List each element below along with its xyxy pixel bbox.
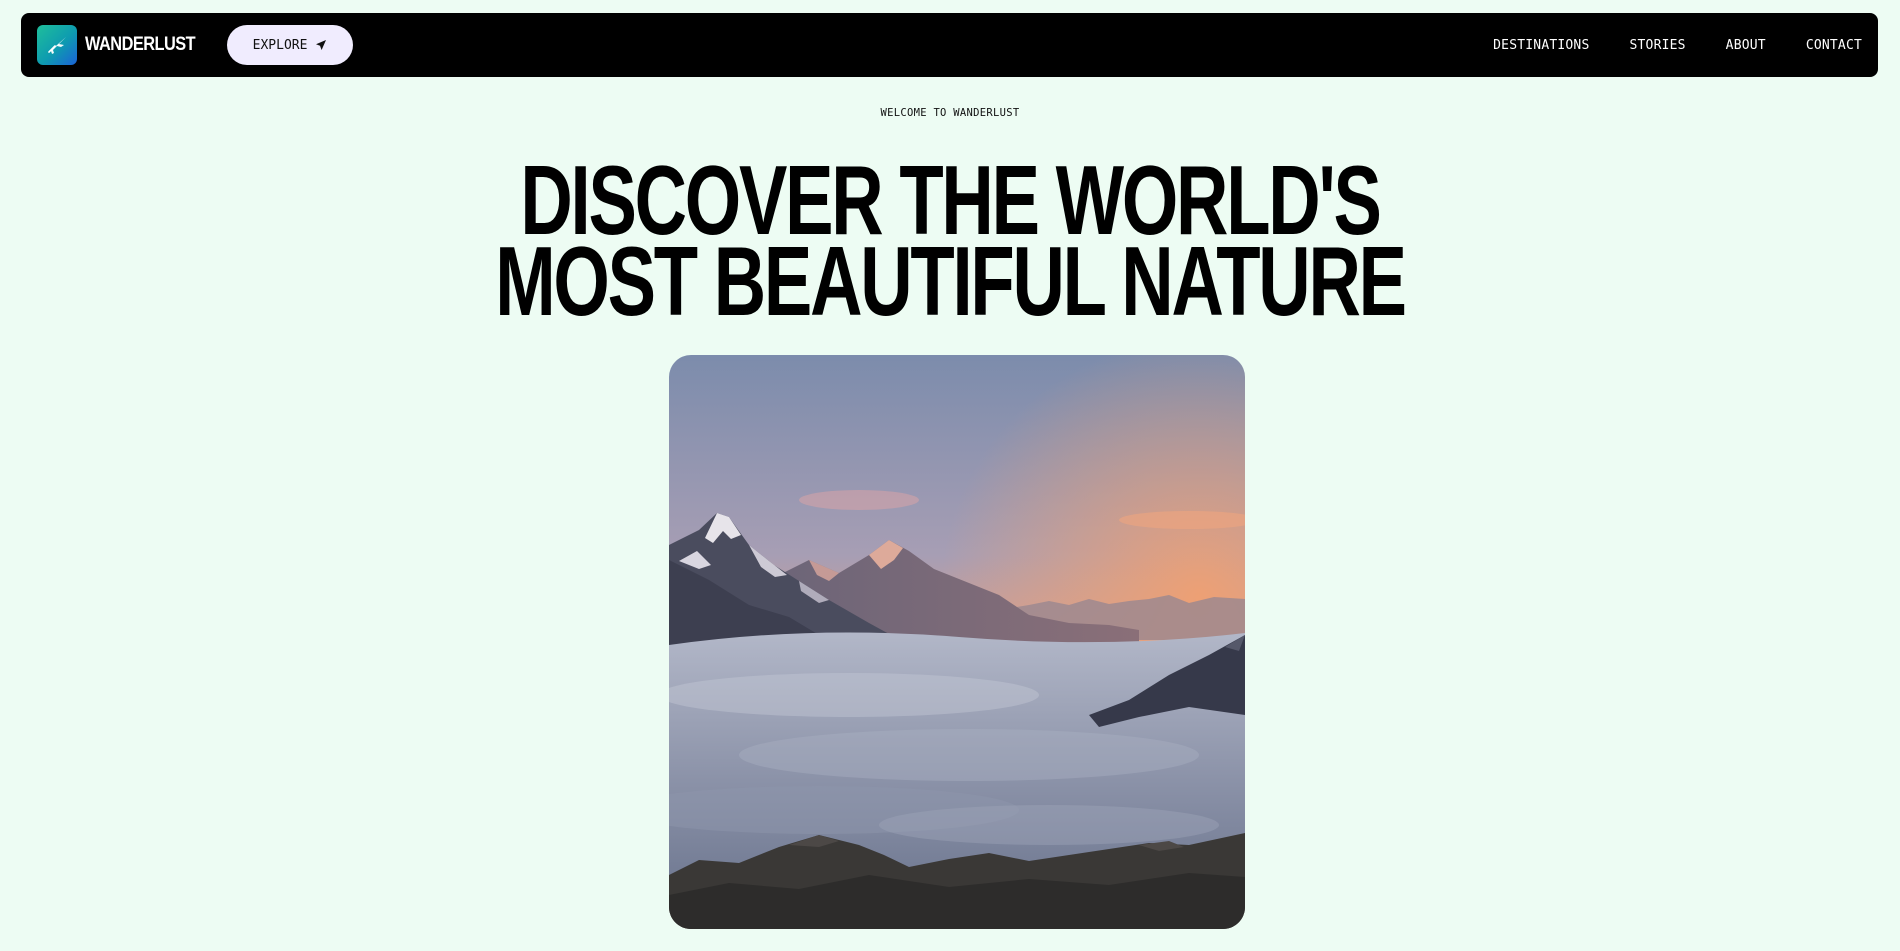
nav-link-destinations[interactable]: DESTINATIONS	[1493, 38, 1589, 53]
logo-badge[interactable]	[37, 25, 77, 65]
brand-name[interactable]: WANDERLUST	[85, 34, 196, 56]
nav-links: DESTINATIONS STORIES ABOUT CONTACT	[1493, 38, 1862, 53]
top-navbar: WANDERLUST EXPLORE DESTINATIONS STORIES …	[21, 13, 1878, 77]
nav-link-contact[interactable]: CONTACT	[1806, 38, 1862, 53]
welcome-eyebrow: WELCOME TO WANDERLUST	[880, 107, 1020, 119]
nav-link-about[interactable]: ABOUT	[1726, 38, 1766, 53]
explore-button-label: EXPLORE	[252, 37, 308, 53]
hero-image	[669, 355, 1245, 929]
explore-button[interactable]: EXPLORE	[227, 25, 354, 65]
mountain-landscape-image	[669, 355, 1245, 929]
hero-headline: DISCOVER THE WORLD'S MOST BEAUTIFUL NATU…	[0, 151, 1900, 336]
send-arrow-icon	[316, 40, 327, 50]
plane-icon	[48, 37, 66, 54]
headline-line-2: MOST BEAUTIFUL NATURE	[495, 226, 1407, 336]
nav-link-stories[interactable]: STORIES	[1629, 38, 1685, 53]
